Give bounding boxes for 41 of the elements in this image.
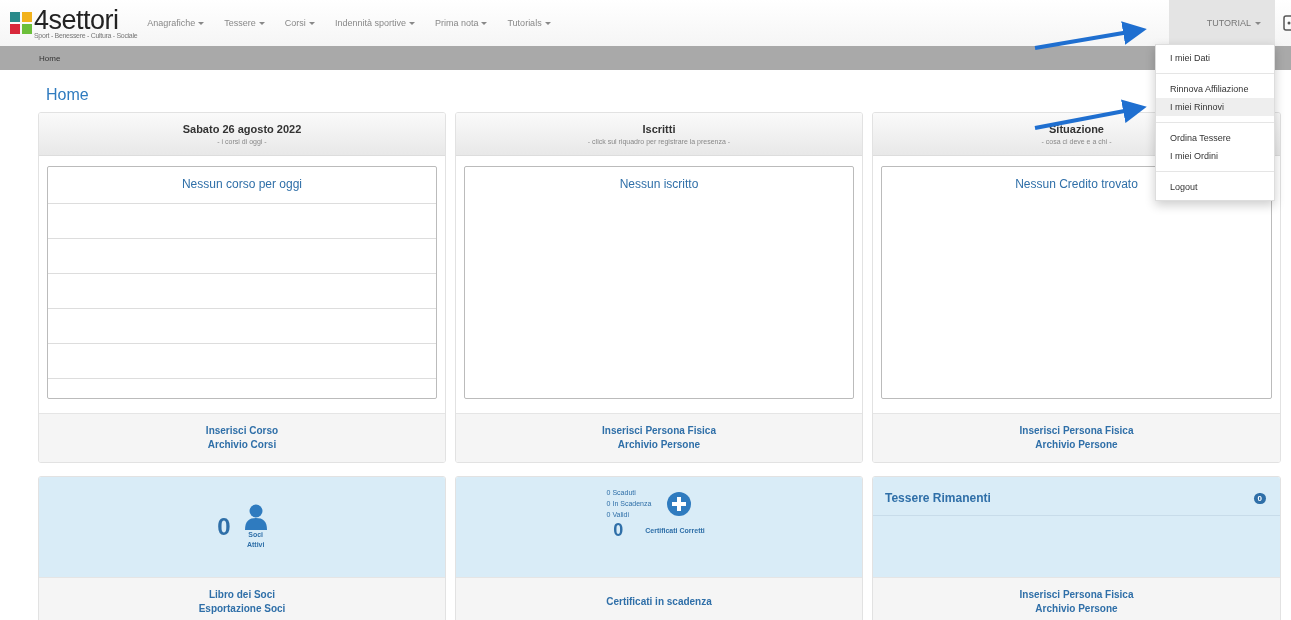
card-title: Sabato 26 agosto 2022 <box>182 123 302 135</box>
footer-link[interactable]: Archivio Persone <box>1035 438 1118 452</box>
menu-item[interactable]: Prima nota <box>434 18 500 28</box>
empty-message: Nessun iscritto <box>619 177 699 191</box>
dropdown-item[interactable]: I miei Dati <box>1156 49 1274 67</box>
menu-item[interactable]: Indennità sportive <box>334 18 427 28</box>
menu-item[interactable]: Tessere <box>224 18 277 28</box>
footer-link[interactable]: Archivio Persone <box>1035 602 1118 616</box>
breadcrumb[interactable]: Home <box>39 53 61 63</box>
footer-link[interactable]: Inserisci Persona Fisica <box>1019 588 1134 602</box>
count: 0 <box>217 513 231 541</box>
empty-message: Nessun Credito trovato <box>1015 177 1138 191</box>
add-icon[interactable] <box>667 491 692 516</box>
exit-icon[interactable] <box>1283 15 1291 31</box>
menu-item[interactable]: Corsi <box>284 18 327 28</box>
person-icon <box>244 504 267 530</box>
menu-item[interactable]: Tutorials <box>507 18 563 28</box>
footer-link[interactable]: Libro dei Soci <box>208 588 276 602</box>
dropdown-item[interactable]: Rinnova Affiliazione <box>1156 80 1274 98</box>
user-menu-toggle[interactable]: TUTORIAL <box>1168 0 1275 46</box>
dropdown-item[interactable]: I miei Ordini <box>1156 147 1274 165</box>
count-badge: 0 <box>1253 492 1266 504</box>
footer-link[interactable]: Archivio Corsi <box>207 438 277 452</box>
footer-link[interactable]: Esportazione Soci <box>198 602 286 616</box>
empty-message: Nessun corso per oggi <box>181 177 303 191</box>
footer-link[interactable]: Archivio Persone <box>617 438 701 452</box>
dropdown-item[interactable]: Logout <box>1156 178 1274 196</box>
footer-link[interactable]: Certificati in scadenza <box>606 595 712 609</box>
logo-squares-icon <box>10 12 32 34</box>
dropdown-item[interactable]: I miei Rinnovi <box>1156 98 1274 116</box>
menu-item[interactable]: Anagrafiche <box>147 18 217 28</box>
page-title: Home <box>45 85 89 105</box>
card-title: Situazione <box>1049 123 1104 135</box>
footer-link[interactable]: Inserisci Corso <box>205 424 279 438</box>
card-title: Iscritti <box>642 123 676 135</box>
footer-link[interactable]: Inserisci Persona Fisica <box>1019 424 1134 438</box>
dropdown-item[interactable]: Ordina Tessere <box>1156 129 1274 147</box>
panel-title: Tessere Rimanenti <box>885 491 991 505</box>
logo-name[interactable]: 4settori <box>34 7 138 32</box>
count: 0 <box>613 520 624 541</box>
footer-link[interactable]: Inserisci Persona Fisica <box>602 424 716 438</box>
